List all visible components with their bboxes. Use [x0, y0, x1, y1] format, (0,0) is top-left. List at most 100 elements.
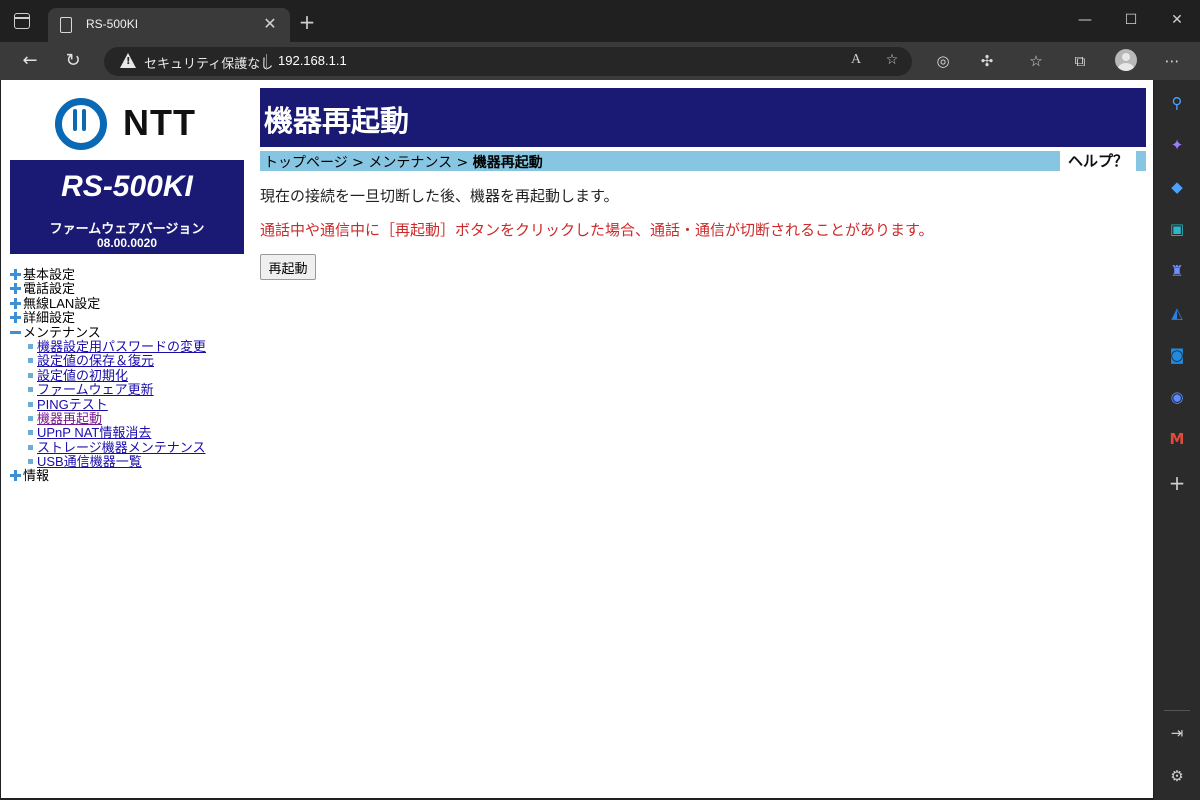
favorite-add-icon[interactable]: ☆: [882, 52, 902, 68]
shopping-icon[interactable]: ◆: [1167, 177, 1187, 197]
url-text[interactable]: 192.168.1.1: [278, 53, 347, 68]
submenu-link[interactable]: 設定値の初期化: [37, 368, 128, 383]
copilot-icon[interactable]: ✦: [1167, 135, 1187, 155]
collections-icon[interactable]: ⧉: [1070, 51, 1090, 71]
submenu-link[interactable]: ストレージ機器メンテナンス: [37, 440, 205, 455]
security-status[interactable]: セキュリティ保護なし: [144, 53, 273, 72]
games-icon[interactable]: ♜: [1167, 261, 1187, 281]
address-bar[interactable]: ! セキュリティ保護なし 192.168.1.1 A ☆: [104, 47, 912, 76]
breadcrumb-current: 機器再起動: [472, 155, 543, 171]
router-admin-page: NTT RS-500KI ファームウェアバージョン 08.00.0020 基本設…: [1, 80, 1153, 798]
reboot-button[interactable]: 再起動: [260, 254, 316, 280]
ntt-logo: NTT: [55, 98, 205, 150]
submenu-item[interactable]: 設定値の初期化: [10, 368, 250, 383]
new-tab-button[interactable]: +: [296, 12, 318, 32]
search-icon[interactable]: ⚲: [1167, 93, 1187, 113]
tools-icon[interactable]: ▣: [1167, 219, 1187, 239]
puzzle-icon[interactable]: ✣: [977, 51, 997, 71]
expand-icon[interactable]: [10, 282, 22, 295]
submenu-item[interactable]: ストレージ機器メンテナンス: [10, 440, 250, 455]
submenu-item[interactable]: USB通信機器一覧: [10, 454, 250, 469]
messenger-icon[interactable]: ◉: [1167, 387, 1187, 407]
submenu-item[interactable]: UPnP NAT情報消去: [10, 426, 250, 440]
ntt-logo-icon: [55, 98, 107, 150]
firmware-version: 08.00.0020: [96, 236, 158, 250]
submenu-link[interactable]: PINGテスト: [37, 397, 108, 412]
maximize-button[interactable]: ☐: [1116, 10, 1146, 30]
bullet-icon: [28, 387, 33, 393]
logo-text: NTT: [123, 102, 196, 143]
menu-label[interactable]: 詳細設定: [23, 310, 75, 325]
browser-tab-strip: RS-500KI ✕ + — ☐ ✕: [0, 0, 1200, 42]
submenu-item-current[interactable]: 機器再起動: [10, 411, 250, 426]
submenu-item[interactable]: 機器設定用パスワードの変更: [10, 339, 250, 354]
collapse-icon[interactable]: [10, 326, 22, 338]
outlook-icon[interactable]: ◙: [1167, 345, 1187, 365]
bullet-icon: [28, 358, 33, 364]
bullet-icon: [28, 372, 33, 378]
expand-icon[interactable]: [10, 311, 22, 324]
menu-item-phone[interactable]: 電話設定: [10, 282, 250, 296]
more-icon[interactable]: ⋯: [1162, 51, 1182, 71]
bullet-icon: [28, 401, 33, 407]
extension-icon[interactable]: ◎: [933, 51, 953, 71]
warning-text: 通話中や通信中に［再起動］ボタンをクリックした場合、通話・通信が切断されることが…: [260, 221, 934, 239]
page-icon: [60, 17, 72, 33]
divider: [266, 54, 267, 70]
breadcrumb-trail: トップページ > メンテナンス > 機器再起動: [264, 152, 543, 172]
bullet-icon: [28, 444, 33, 450]
submenu-link[interactable]: ファームウェア更新: [37, 382, 154, 397]
submenu-item[interactable]: PINGテスト: [10, 397, 250, 412]
read-aloud-icon[interactable]: A: [846, 52, 866, 68]
nav-menu: 基本設定 電話設定 無線LAN設定 詳細設定 メンテナンス 機器設定用パスワード…: [10, 267, 250, 484]
divider: [1164, 710, 1190, 711]
profile-avatar[interactable]: [1115, 49, 1137, 71]
back-arrow-icon[interactable]: ←: [19, 50, 41, 72]
refresh-icon[interactable]: ↻: [62, 50, 84, 72]
close-window-button[interactable]: ✕: [1162, 10, 1192, 30]
settings-icon[interactable]: ⚙: [1167, 766, 1187, 786]
browser-tab[interactable]: RS-500KI ✕: [48, 8, 290, 42]
tab-title: RS-500KI: [86, 17, 139, 31]
bing-icon[interactable]: ◭: [1167, 303, 1187, 323]
expand-icon[interactable]: [10, 469, 22, 482]
submenu-link[interactable]: 機器再起動: [37, 411, 102, 426]
expand-icon[interactable]: [10, 268, 22, 280]
menu-item-advanced[interactable]: 詳細設定: [10, 310, 250, 325]
breadcrumb: トップページ > メンテナンス > 機器再起動 ヘルプ？: [260, 151, 1146, 171]
menu-label[interactable]: 基本設定: [23, 267, 75, 282]
submenu-item[interactable]: 設定値の保存＆復元: [10, 354, 250, 368]
menu-label[interactable]: 情報: [23, 468, 49, 483]
submenu-link[interactable]: USB通信機器一覧: [37, 454, 142, 469]
tab-close-icon[interactable]: ✕: [260, 14, 280, 34]
help-link[interactable]: ヘルプ？: [1060, 151, 1136, 171]
submenu-link[interactable]: 設定値の保存＆復元: [37, 353, 154, 368]
split-screen-icon[interactable]: ⇥: [1167, 723, 1187, 743]
firmware-label: ファームウェアバージョン: [49, 222, 205, 237]
menu-item-basic[interactable]: 基本設定: [10, 267, 250, 282]
gmail-icon[interactable]: M: [1167, 429, 1187, 449]
device-info-box: RS-500KI ファームウェアバージョン 08.00.0020: [10, 160, 244, 254]
menu-item-wlan[interactable]: 無線LAN設定: [10, 296, 250, 311]
expand-icon[interactable]: [10, 297, 22, 309]
breadcrumb-top[interactable]: トップページ: [264, 155, 348, 171]
bullet-icon: [28, 343, 33, 349]
menu-item-info[interactable]: 情報: [10, 469, 250, 483]
bullet-icon: [28, 430, 33, 436]
page-title-bar: 機器再起動: [260, 88, 1146, 147]
favorites-icon[interactable]: ☆: [1026, 51, 1046, 71]
menu-label[interactable]: 無線LAN設定: [23, 296, 100, 311]
submenu-link[interactable]: 機器設定用パスワードの変更: [37, 339, 206, 354]
page-title: 機器再起動: [264, 104, 410, 138]
menu-label[interactable]: 電話設定: [23, 281, 75, 296]
submenu-link[interactable]: UPnP NAT情報消去: [37, 425, 151, 440]
breadcrumb-maintenance[interactable]: メンテナンス: [368, 155, 452, 171]
breadcrumb-separator: >: [452, 155, 473, 171]
tab-actions-icon[interactable]: [14, 13, 30, 29]
warning-icon[interactable]: !: [120, 53, 136, 68]
menu-label[interactable]: メンテナンス: [23, 325, 101, 340]
submenu-item[interactable]: ファームウェア更新: [10, 382, 250, 397]
menu-item-maintenance[interactable]: メンテナンス: [10, 325, 250, 340]
add-icon[interactable]: +: [1167, 473, 1187, 493]
minimize-button[interactable]: —: [1070, 10, 1100, 30]
